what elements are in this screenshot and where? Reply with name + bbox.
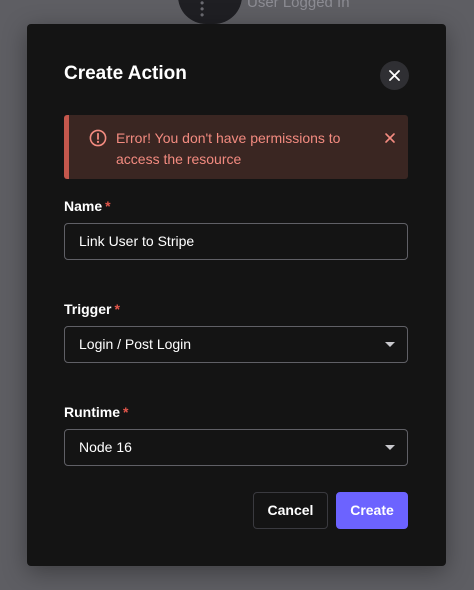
runtime-label-text: Runtime [64,404,120,420]
flow-node-label: User Logged In [247,0,350,11]
runtime-select[interactable]: Node 16 [64,429,408,466]
modal-title: Create Action [64,63,187,84]
error-alert: Error! You don't have permissions to acc… [64,115,408,179]
alert-dismiss-button[interactable] [383,131,397,145]
trigger-label-text: Trigger [64,301,112,317]
close-button[interactable] [380,61,409,90]
trigger-select[interactable]: Login / Post Login [64,326,408,363]
name-label: Name * [64,197,111,215]
caret-down-icon [385,342,395,347]
required-mark: * [105,198,111,214]
create-button[interactable]: Create [336,492,408,529]
caret-down-icon [385,445,395,450]
runtime-select-value: Node 16 [79,439,132,455]
flow-node-icon: • • • [200,0,208,22]
create-action-modal: Create Action Error! You don't have perm… [27,24,446,566]
alert-message: Error! You don't have permissions to acc… [116,130,341,167]
required-mark: * [114,301,120,317]
close-icon [389,70,400,81]
name-input-value: Link User to Stripe [79,233,195,249]
cancel-button[interactable]: Cancel [253,492,328,529]
name-label-text: Name [64,198,103,214]
alert-circle-icon [89,129,107,147]
trigger-select-value: Login / Post Login [79,336,192,352]
runtime-label: Runtime * [64,403,128,421]
required-mark: * [123,404,129,420]
name-input[interactable]: Link User to Stripe [64,223,408,260]
trigger-label: Trigger * [64,300,120,318]
